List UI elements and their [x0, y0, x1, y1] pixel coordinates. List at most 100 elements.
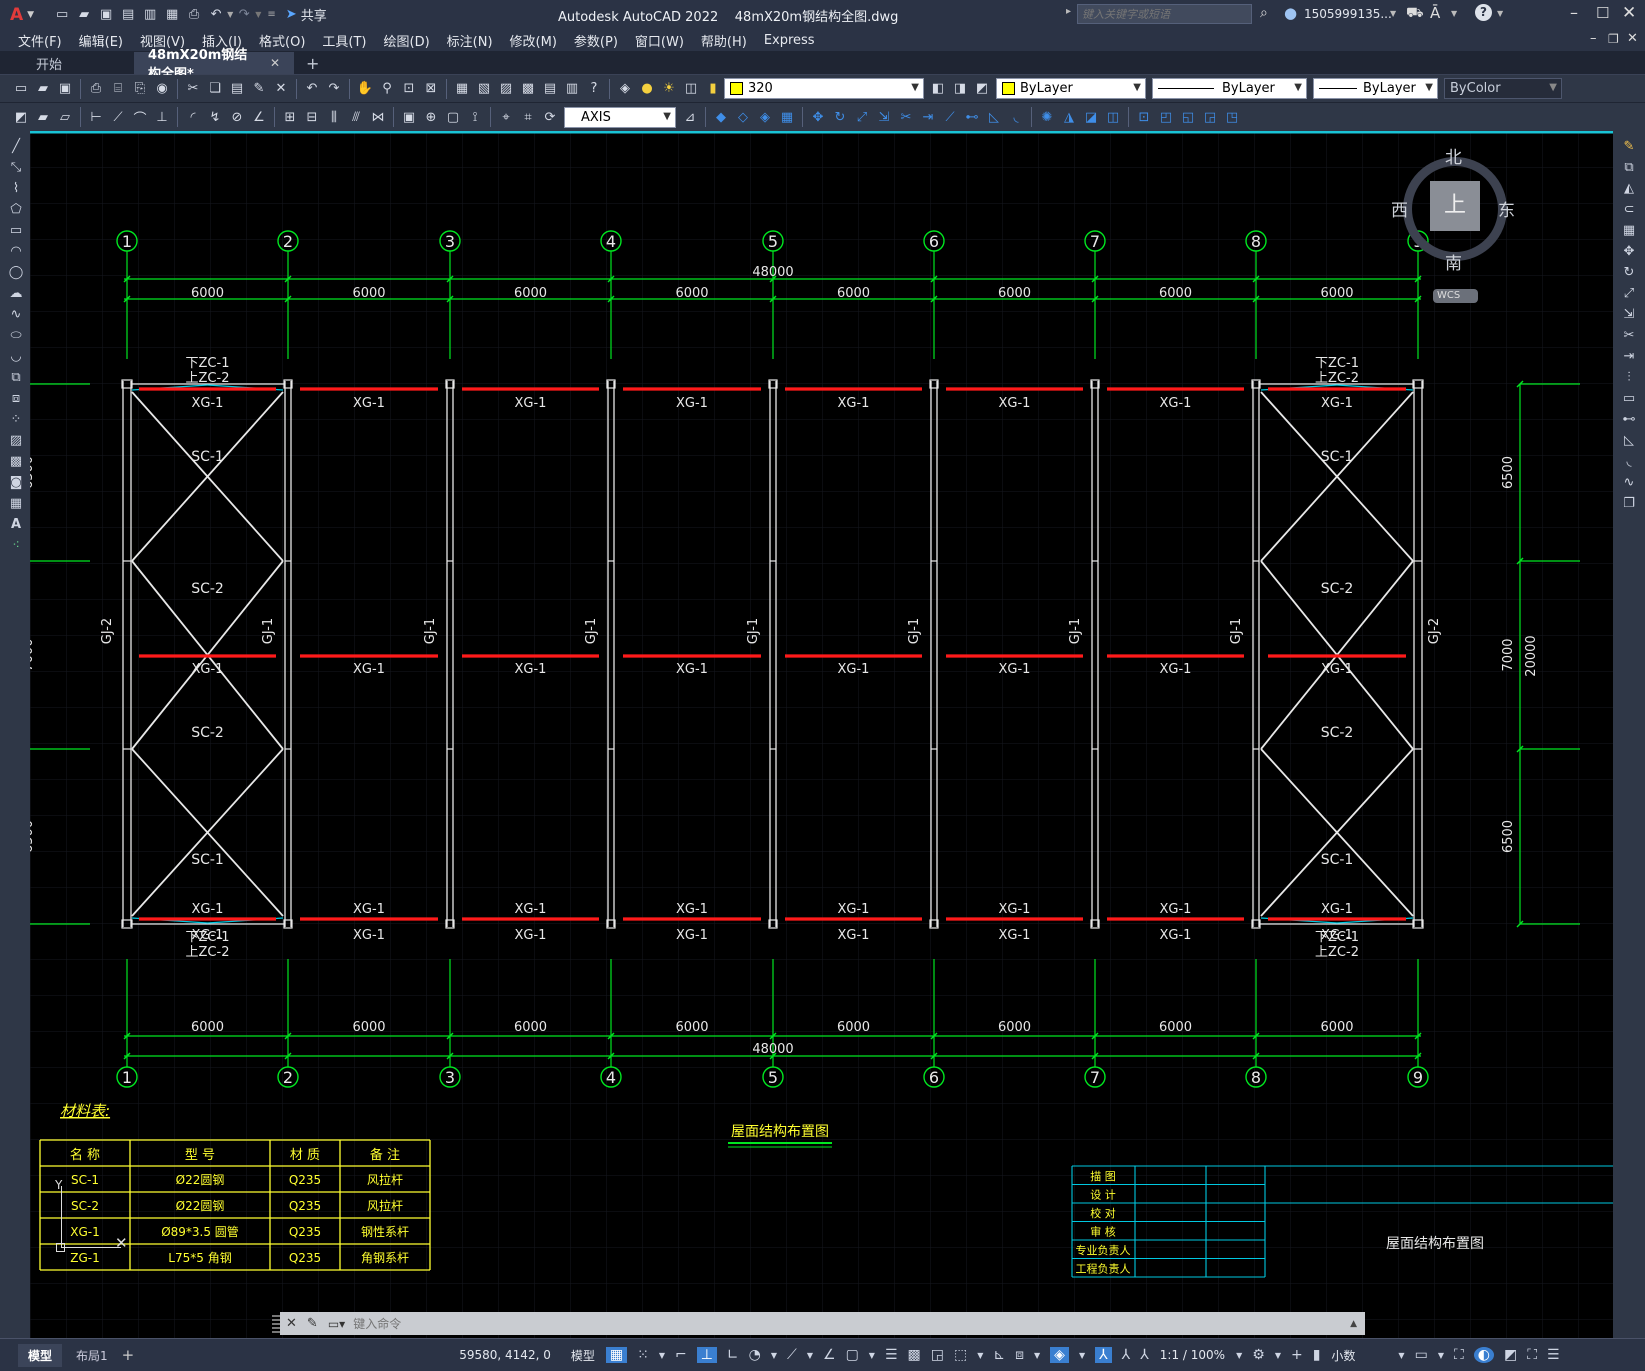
pan-icon[interactable]: ✋: [355, 79, 375, 99]
layer-freeze-icon[interactable]: ☀: [659, 79, 679, 99]
dimstyle-dropdown[interactable]: AXIS ▼: [564, 106, 676, 128]
doc-minimize-icon[interactable]: –: [1590, 31, 1597, 46]
user-dropdown-icon[interactable]: ▼: [1390, 9, 1396, 18]
isodraft-icon[interactable]: ⟋: [787, 1347, 797, 1363]
lineweight-dropdown[interactable]: ByLayer ▼: [1313, 78, 1438, 99]
make-block-icon[interactable]: ◰: [1156, 107, 1176, 127]
tab-drawing[interactable]: 48mX20m钢结构全图* ✕: [134, 48, 294, 82]
chamfer-icon[interactable]: ◺: [984, 107, 1004, 127]
layer-on-icon[interactable]: ●: [637, 79, 657, 99]
annotation-scale-icon[interactable]: ⅄: [1140, 1347, 1149, 1363]
mirror-icon[interactable]: ◇: [733, 107, 753, 127]
menu-modify[interactable]: 修改(M): [510, 31, 557, 50]
viewcube[interactable]: 上 北 南 西 东: [1391, 148, 1515, 274]
ellipse-arc-icon[interactable]: ◡: [6, 347, 26, 367]
inspect-icon[interactable]: ▢: [443, 107, 463, 127]
layer-lock-icon[interactable]: ▮: [703, 79, 723, 99]
cmdline-close-icon[interactable]: ✕: [286, 1316, 297, 1331]
point-icon[interactable]: ⁘: [6, 410, 26, 430]
osnap-dropdown-icon[interactable]: ▼: [869, 1351, 875, 1360]
aligned-dim-icon[interactable]: ⟋: [108, 107, 128, 127]
clean-screen-icon[interactable]: ⛶: [1527, 1347, 1537, 1363]
gradient-icon[interactable]: ▩: [6, 452, 26, 472]
app-dropdown-icon[interactable]: ▼: [1451, 9, 1457, 18]
extend-right-icon[interactable]: ⇥: [1619, 347, 1639, 367]
break-point-icon[interactable]: ⫶: [1619, 368, 1639, 388]
draworder-icon[interactable]: ◪: [1081, 107, 1101, 127]
explode-right-icon[interactable]: ❐: [1619, 494, 1639, 514]
help-dropdown-icon[interactable]: ▼: [1497, 9, 1503, 18]
viewcube-west[interactable]: 西: [1391, 196, 1408, 221]
redo-tool-icon[interactable]: ↷: [324, 79, 344, 99]
fillet-icon[interactable]: ◟: [1006, 107, 1026, 127]
undo-tool-icon[interactable]: ↶: [302, 79, 322, 99]
scale-dropdown-icon[interactable]: ▼: [1236, 1351, 1242, 1360]
undo-icon[interactable]: ↶: [206, 5, 226, 25]
mirror-right-icon[interactable]: ◭: [1619, 179, 1639, 199]
customization-icon[interactable]: ☰: [1547, 1347, 1560, 1363]
region-icon[interactable]: ◙: [6, 473, 26, 493]
jogged-dim-icon[interactable]: ↯: [205, 107, 225, 127]
markup-icon[interactable]: ▤: [540, 79, 560, 99]
units-dropdown-icon[interactable]: ▼: [1398, 1351, 1404, 1360]
move-icon[interactable]: ✥: [808, 107, 828, 127]
isolate-objects-icon[interactable]: ◐: [1473, 1347, 1494, 1363]
qp-dropdown-icon[interactable]: ▼: [1438, 1351, 1444, 1360]
doc-restore-icon[interactable]: ❐: [1608, 32, 1619, 46]
cmdline-history-icon[interactable]: ▲: [1350, 1319, 1357, 1329]
menu-parametric[interactable]: 参数(P): [574, 31, 618, 50]
menu-tools[interactable]: 工具(T): [322, 31, 366, 50]
continue-dim-icon[interactable]: ⫼: [324, 107, 344, 127]
quick-dim-icon[interactable]: ⊞: [280, 107, 300, 127]
make-current-layer-icon[interactable]: ◧: [928, 79, 948, 99]
match-properties-icon[interactable]: ✎: [249, 79, 269, 99]
copy-icon[interactable]: ❏: [205, 79, 225, 99]
saveas-icon[interactable]: ▤: [118, 5, 138, 25]
break-right-icon[interactable]: ▭: [1619, 389, 1639, 409]
color-dropdown[interactable]: ByLayer ▼: [996, 78, 1146, 99]
web-icon[interactable]: ◉: [152, 79, 172, 99]
tool-b-icon[interactable]: ▱: [55, 107, 75, 127]
design-center-icon[interactable]: ▧: [474, 79, 494, 99]
scale-icon[interactable]: ⤢: [852, 107, 872, 127]
rectangle-icon[interactable]: ▭: [6, 221, 26, 241]
erase-right-icon[interactable]: ✎: [1619, 137, 1639, 157]
insert-block-left-icon[interactable]: ⧉: [6, 368, 26, 388]
move-right-icon[interactable]: ✥: [1619, 242, 1639, 262]
graphics-performance-icon[interactable]: ◩: [1504, 1347, 1517, 1363]
construction-line-icon[interactable]: ⤡: [6, 158, 26, 178]
save-icon[interactable]: ▣: [96, 5, 116, 25]
object-snap-tracking-icon[interactable]: ∠: [823, 1347, 836, 1363]
copy-right-icon[interactable]: ⧉: [1619, 158, 1639, 178]
user-icon[interactable]: ●: [1284, 4, 1297, 22]
polar-dropdown-icon[interactable]: ▼: [771, 1351, 777, 1360]
web-save-icon[interactable]: ▦: [162, 5, 182, 25]
minimize-icon[interactable]: –: [1570, 3, 1578, 22]
properties-icon[interactable]: ▦: [452, 79, 472, 99]
polyline-icon[interactable]: ⌇: [6, 179, 26, 199]
menu-edit[interactable]: 编辑(E): [79, 31, 123, 50]
explode-icon[interactable]: ✺: [1037, 107, 1057, 127]
auto-scale-icon[interactable]: ⅄: [1122, 1347, 1131, 1363]
iso-dropdown-icon[interactable]: ▼: [807, 1351, 813, 1360]
annotation-visibility-icon[interactable]: ⅄: [1095, 1347, 1112, 1363]
arc-length-icon[interactable]: ⌒: [130, 107, 150, 127]
dim-text-edit-icon[interactable]: ⌗: [518, 107, 538, 127]
dim-space-icon[interactable]: ⫻: [346, 107, 366, 127]
selection-filter-icon[interactable]: ⧈: [1015, 1347, 1024, 1363]
customize-dropdown-icon[interactable]: ≡: [267, 9, 275, 20]
tolerance-icon[interactable]: ▣: [399, 107, 419, 127]
plot-icon[interactable]: ⎙: [184, 5, 204, 25]
menu-draw[interactable]: 绘图(D): [384, 31, 430, 50]
tool-palettes-icon[interactable]: ▨: [496, 79, 516, 99]
radius-dim-icon[interactable]: ◜: [183, 107, 203, 127]
center-mark-icon[interactable]: ⊕: [421, 107, 441, 127]
lineweight-icon[interactable]: ☰: [885, 1347, 898, 1363]
workspace-gear-icon[interactable]: ⚙: [1252, 1347, 1265, 1363]
web-open-icon[interactable]: ▥: [140, 5, 160, 25]
coordinates-readout[interactable]: 59580, 4142, 0: [459, 1348, 551, 1362]
scale-right-icon[interactable]: ⤢: [1619, 284, 1639, 304]
jogged-linear-icon[interactable]: ⟟: [465, 107, 485, 127]
transparency-icon[interactable]: ▩: [908, 1347, 921, 1363]
join-right-icon[interactable]: ⊷: [1619, 410, 1639, 430]
